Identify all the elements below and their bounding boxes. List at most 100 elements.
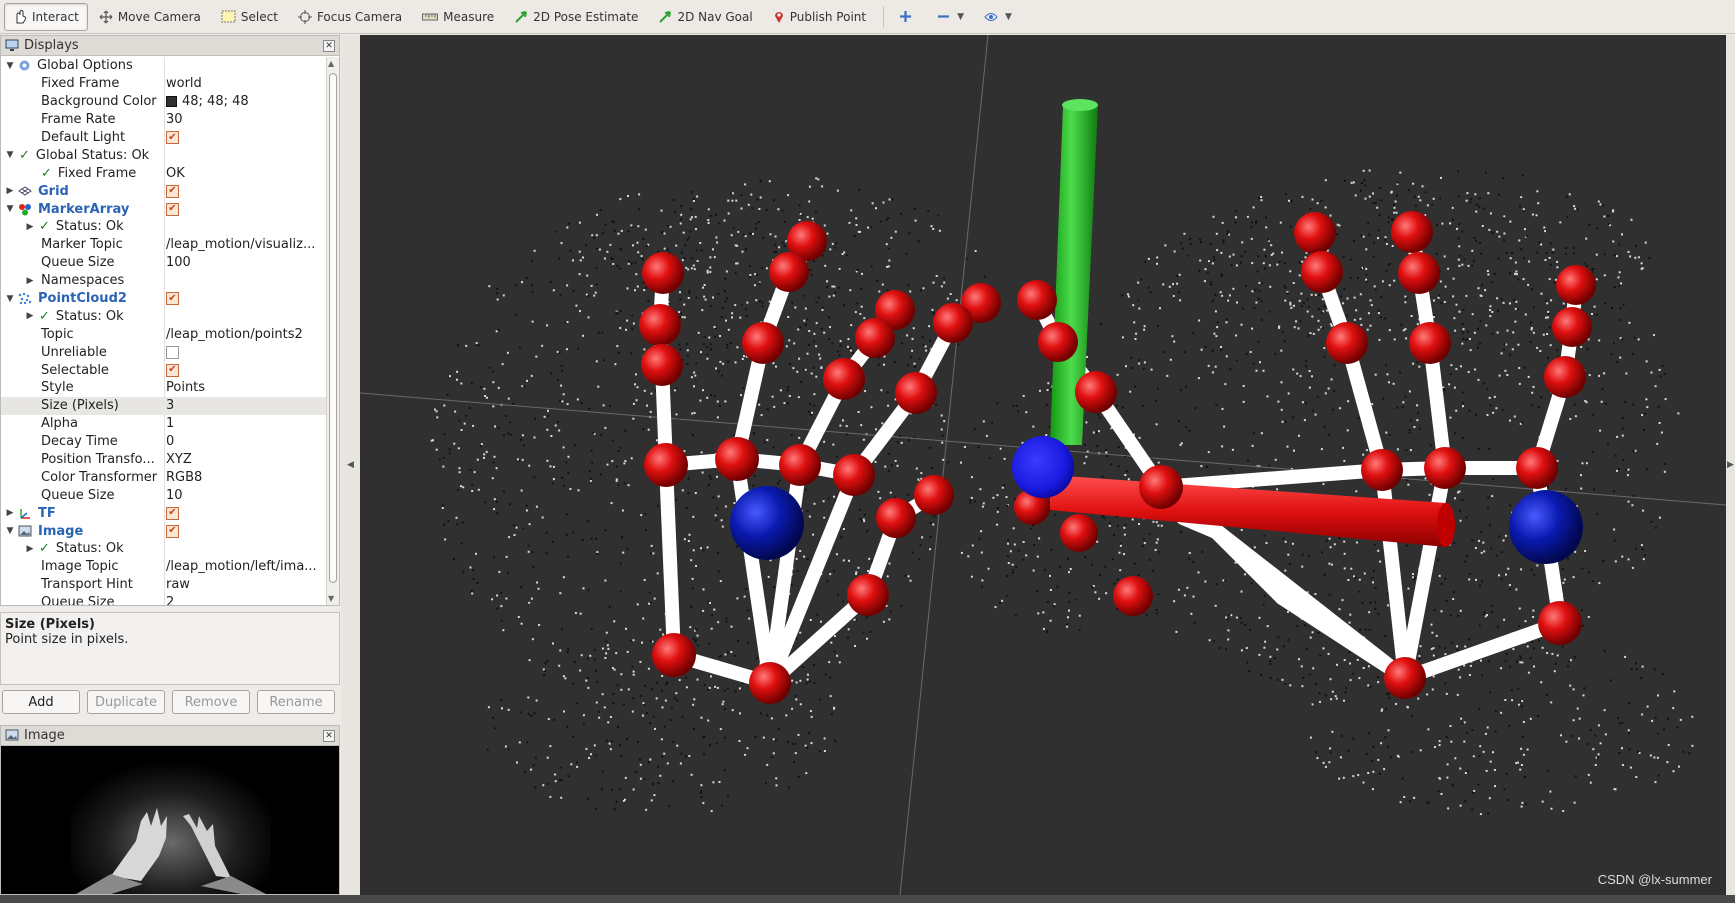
add-button[interactable]: Add — [2, 690, 80, 714]
right-splitter[interactable]: ▶ — [1726, 35, 1735, 895]
add-tool-button[interactable] — [890, 3, 926, 31]
tree-row-global-status[interactable]: ▼ ✓ Global Status: Ok — [1, 146, 327, 164]
nav-goal-tool[interactable]: 2D Nav Goal — [649, 3, 761, 31]
row-value[interactable]: 1 — [166, 416, 324, 431]
scroll-down-icon[interactable]: ▼ — [328, 594, 334, 603]
row-value[interactable]: 2 — [166, 595, 324, 605]
row-value-text: 48; 48; 48 — [182, 94, 249, 110]
interact-tool[interactable]: Interact — [4, 2, 88, 31]
tree-row-fixed-frame-status[interactable]: ✓ Fixed Frame OK — [1, 164, 327, 182]
row-value[interactable]: 3 — [166, 398, 324, 413]
camera-image-view[interactable] — [1, 746, 339, 894]
focus-camera-tool[interactable]: Focus Camera — [289, 3, 411, 31]
checkbox-checked[interactable]: ✔ — [166, 524, 179, 538]
chevron-down-icon[interactable]: ▼ — [5, 294, 15, 304]
tree-row-image[interactable]: ▼ Image ✔ — [1, 522, 327, 540]
chevron-right-icon[interactable]: ▶ — [25, 276, 35, 286]
scrollbar-thumb[interactable] — [329, 73, 337, 583]
tree-row-color-transformer[interactable]: Color Transformer RGB8 — [1, 468, 327, 486]
view-options-button[interactable]: ▼ — [975, 3, 1021, 31]
checkmark-icon: ✓ — [19, 147, 30, 163]
render-view-3d[interactable]: CSDN @lx-summer — [360, 35, 1726, 895]
chevron-right-icon[interactable]: ▶ — [5, 186, 15, 196]
row-value[interactable]: 48; 48; 48 — [166, 94, 324, 109]
tree-row-size-pixels[interactable]: Size (Pixels) 3 — [1, 396, 327, 415]
checkbox-unchecked[interactable] — [166, 345, 179, 359]
scroll-up-icon[interactable]: ▲ — [328, 59, 334, 68]
hand-skeleton-scene[interactable] — [360, 35, 1726, 895]
tree-row-background-color[interactable]: Background Color 48; 48; 48 — [1, 93, 327, 111]
tree-row-marker-array[interactable]: ▼ MarkerArray ✔ — [1, 200, 327, 218]
tree-row-decay-time[interactable]: Decay Time 0 — [1, 433, 327, 451]
row-value[interactable]: 10 — [166, 488, 324, 503]
remove-button[interactable]: Remove — [172, 690, 250, 714]
tree-row-image-status[interactable]: ▶ ✓ Status: Ok — [1, 540, 327, 558]
row-value[interactable]: 30 — [166, 112, 324, 127]
checkbox-checked[interactable]: ✔ — [166, 184, 179, 198]
checkbox-checked[interactable]: ✔ — [166, 202, 179, 216]
select-tool[interactable]: Select — [212, 3, 287, 31]
tree-row-grid[interactable]: ▶ Grid ✔ — [1, 182, 327, 200]
checkbox-checked[interactable]: ✔ — [166, 131, 179, 144]
tree-row-topic[interactable]: Topic /leap_motion/points2 — [1, 325, 327, 343]
panel-splitter[interactable]: ◀ — [341, 35, 360, 895]
collapse-right-icon[interactable]: ▶ — [1727, 460, 1734, 470]
tree-row-marker-topic[interactable]: Marker Topic /leap_motion/visualiz... — [1, 236, 327, 254]
row-value[interactable]: /leap_motion/left/ima... — [166, 559, 324, 574]
tree-row-transport-hint[interactable]: Transport Hint raw — [1, 576, 327, 594]
close-icon[interactable]: ✕ — [323, 40, 335, 52]
row-value[interactable]: Points — [166, 380, 324, 395]
row-value[interactable]: XYZ — [166, 452, 324, 467]
checkbox-checked[interactable]: ✔ — [166, 292, 179, 306]
tree-row-alpha[interactable]: Alpha 1 — [1, 415, 327, 433]
tree-row-default-light[interactable]: Default Light ✔ — [1, 129, 327, 147]
row-label: Style — [41, 380, 74, 396]
row-value[interactable]: 0 — [166, 434, 324, 449]
row-value[interactable]: /leap_motion/points2 — [166, 327, 324, 342]
tree-row-marker-status[interactable]: ▶ ✓ Status: Ok — [1, 218, 327, 236]
tree-row-pointcloud-status[interactable]: ▶ ✓ Status: Ok — [1, 307, 327, 325]
chevron-down-icon[interactable]: ▼ — [5, 204, 15, 214]
tree-row-pointcloud2[interactable]: ▼ PointCloud2 ✔ — [1, 290, 327, 308]
tree-row-image-queue-size[interactable]: Queue Size 2 — [1, 594, 327, 605]
tree-row-style[interactable]: Style Points — [1, 379, 327, 397]
close-icon[interactable]: ✕ — [323, 730, 335, 742]
row-value[interactable]: /leap_motion/visualiz... — [166, 237, 324, 252]
tree-row-image-topic[interactable]: Image Topic /leap_motion/left/ima... — [1, 558, 327, 576]
checkbox-checked[interactable]: ✔ — [166, 506, 179, 520]
chevron-down-icon[interactable]: ▼ — [5, 61, 15, 71]
tree-row-marker-queue-size[interactable]: Queue Size 100 — [1, 254, 327, 272]
chevron-right-icon[interactable]: ▶ — [25, 544, 35, 554]
chevron-down-icon[interactable]: ▼ — [5, 150, 15, 160]
tree-row-namespaces[interactable]: ▶ Namespaces — [1, 272, 327, 290]
tree-row-pointcloud-queue-size[interactable]: Queue Size 10 — [1, 486, 327, 504]
row-value[interactable]: world — [166, 76, 324, 91]
displays-scrollbar[interactable]: ▲ ▼ — [326, 57, 339, 605]
row-value[interactable]: RGB8 — [166, 470, 324, 485]
move-camera-tool[interactable]: Move Camera — [90, 3, 210, 31]
collapse-left-icon[interactable]: ◀ — [347, 460, 354, 470]
publish-point-tool[interactable]: Publish Point — [764, 3, 875, 31]
tree-row-selectable[interactable]: Selectable ✔ — [1, 361, 327, 379]
tree-row-frame-rate[interactable]: Frame Rate 30 — [1, 111, 327, 129]
rename-button[interactable]: Rename — [257, 690, 335, 714]
row-label: Queue Size — [41, 255, 115, 271]
tree-row-tf[interactable]: ▶ TF ✔ — [1, 504, 327, 522]
tree-row-global-options[interactable]: ▼ Global Options — [1, 57, 327, 75]
duplicate-button[interactable]: Duplicate — [87, 690, 165, 714]
row-value[interactable]: 100 — [166, 255, 324, 270]
chevron-right-icon[interactable]: ▶ — [5, 508, 15, 518]
chevron-down-icon[interactable]: ▼ — [5, 526, 15, 536]
tree-row-position-transformer[interactable]: Position Transfo... XYZ — [1, 451, 327, 469]
chevron-right-icon[interactable]: ▶ — [25, 222, 35, 232]
tree-row-unreliable[interactable]: Unreliable — [1, 343, 327, 361]
tree-row-fixed-frame[interactable]: Fixed Frame world — [1, 75, 327, 93]
row-value[interactable]: raw — [166, 577, 324, 592]
pose-estimate-tool[interactable]: 2D Pose Estimate — [505, 3, 647, 31]
marker-dots-icon — [19, 203, 31, 216]
crosshair-icon — [297, 9, 312, 24]
chevron-right-icon[interactable]: ▶ — [25, 311, 35, 321]
remove-tool-button[interactable]: ▼ — [928, 3, 973, 31]
checkbox-checked[interactable]: ✔ — [166, 363, 179, 377]
measure-tool[interactable]: Measure — [413, 3, 503, 31]
